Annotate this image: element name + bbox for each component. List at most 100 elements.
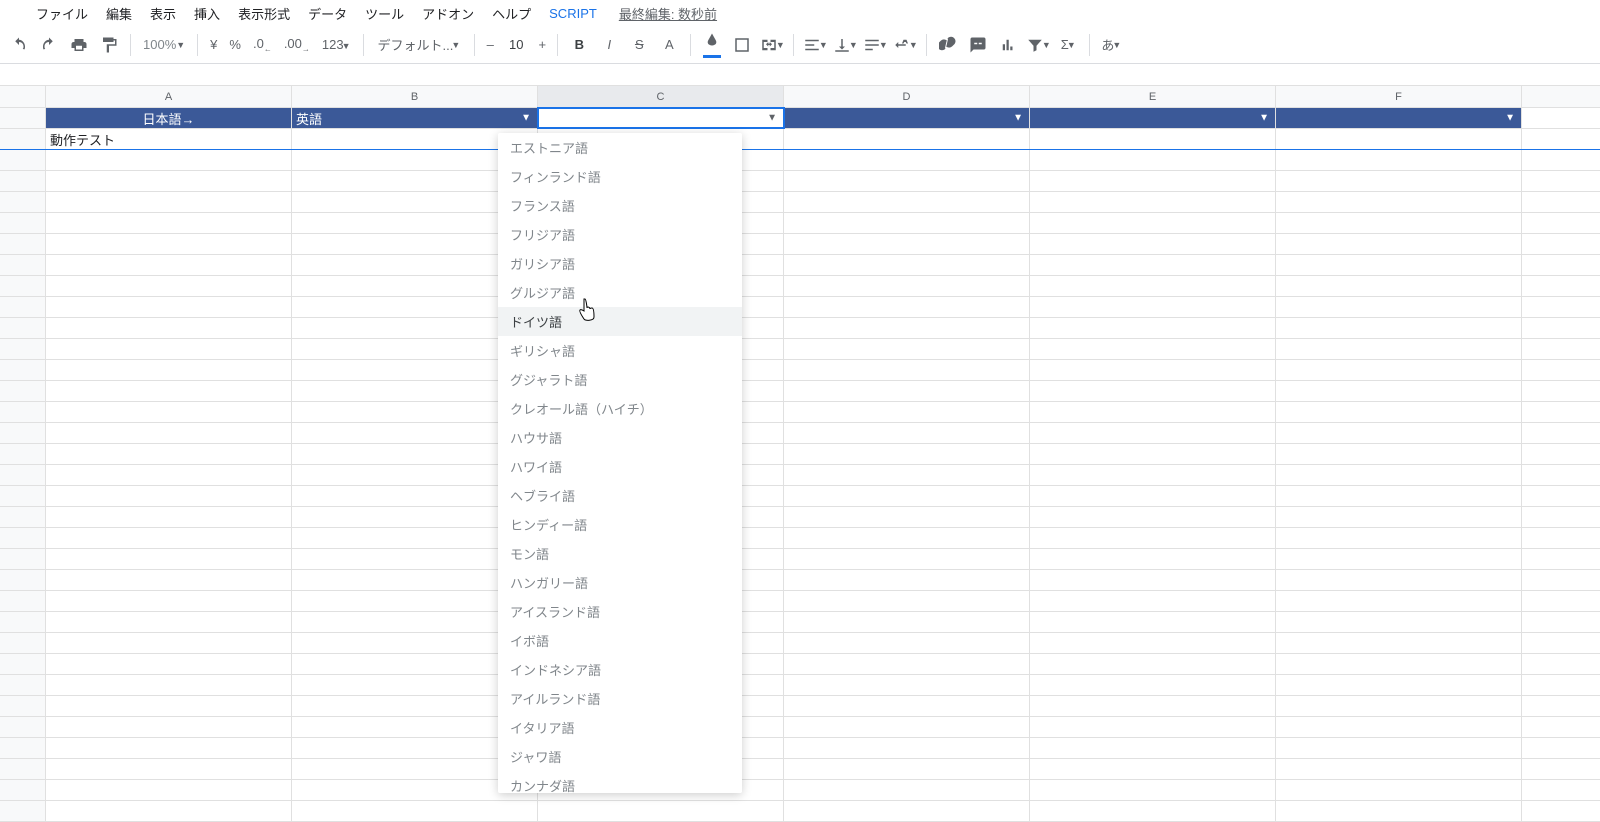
- cell[interactable]: [784, 318, 1030, 338]
- cell[interactable]: [46, 507, 292, 527]
- dropdown-option[interactable]: ヘブライ語: [498, 481, 742, 510]
- filter-button[interactable]: ▼: [1025, 31, 1051, 59]
- cell[interactable]: [46, 738, 292, 758]
- row-header[interactable]: [0, 150, 46, 170]
- row-header[interactable]: [0, 381, 46, 401]
- font-size-increase[interactable]: +: [535, 31, 549, 59]
- cell[interactable]: [1030, 444, 1276, 464]
- cell[interactable]: [784, 633, 1030, 653]
- cell[interactable]: [1276, 486, 1522, 506]
- cell-D1[interactable]: ▼: [784, 108, 1030, 128]
- redo-button[interactable]: [36, 31, 62, 59]
- cell[interactable]: [1276, 360, 1522, 380]
- dropdown-option[interactable]: ギリシャ語: [498, 336, 742, 365]
- cell-D2[interactable]: [784, 129, 1030, 149]
- input-tools-button[interactable]: あ▼: [1098, 31, 1124, 59]
- row-header[interactable]: [0, 528, 46, 548]
- cell[interactable]: [292, 801, 538, 821]
- row-header[interactable]: [0, 297, 46, 317]
- cell[interactable]: [784, 465, 1030, 485]
- cell[interactable]: [784, 444, 1030, 464]
- cell[interactable]: [1030, 654, 1276, 674]
- cell[interactable]: [1030, 465, 1276, 485]
- cell[interactable]: [46, 654, 292, 674]
- insert-link-button[interactable]: [935, 31, 961, 59]
- dropdown-option[interactable]: アイスランド語: [498, 597, 742, 626]
- dropdown-option[interactable]: ガリシア語: [498, 249, 742, 278]
- font-size-decrease[interactable]: –: [483, 31, 497, 59]
- cell[interactable]: [46, 570, 292, 590]
- cell[interactable]: [46, 801, 292, 821]
- cell[interactable]: [46, 360, 292, 380]
- cell[interactable]: [1030, 696, 1276, 716]
- cell-F2[interactable]: [1276, 129, 1522, 149]
- cell[interactable]: [1276, 591, 1522, 611]
- cell[interactable]: [784, 591, 1030, 611]
- dropdown-option[interactable]: イタリア語: [498, 713, 742, 742]
- bold-button[interactable]: B: [566, 31, 592, 59]
- cell[interactable]: [46, 339, 292, 359]
- row-header[interactable]: [0, 213, 46, 233]
- cell[interactable]: [46, 696, 292, 716]
- cell[interactable]: [784, 528, 1030, 548]
- cell[interactable]: [1276, 465, 1522, 485]
- horizontal-align-button[interactable]: ▼: [802, 31, 828, 59]
- cell[interactable]: [46, 465, 292, 485]
- dropdown-option[interactable]: インドネシア語: [498, 655, 742, 684]
- dropdown-option[interactable]: ジャワ語: [498, 742, 742, 771]
- cell[interactable]: [784, 654, 1030, 674]
- dropdown-option[interactable]: フランス語: [498, 191, 742, 220]
- cell[interactable]: [1030, 213, 1276, 233]
- insert-chart-button[interactable]: [995, 31, 1021, 59]
- insert-comment-button[interactable]: [965, 31, 991, 59]
- cell[interactable]: [784, 717, 1030, 737]
- column-header-e[interactable]: E: [1030, 86, 1276, 107]
- cell[interactable]: [784, 192, 1030, 212]
- cell[interactable]: [1030, 423, 1276, 443]
- cell[interactable]: [1276, 696, 1522, 716]
- cell[interactable]: [1030, 297, 1276, 317]
- cell[interactable]: [1276, 402, 1522, 422]
- cell[interactable]: [46, 297, 292, 317]
- filter-dropdown-icon[interactable]: ▼: [1013, 113, 1023, 124]
- cell[interactable]: [784, 171, 1030, 191]
- cell[interactable]: [46, 444, 292, 464]
- menu-file[interactable]: ファイル: [28, 2, 96, 25]
- text-rotation-button[interactable]: ▼: [892, 31, 918, 59]
- cell[interactable]: [784, 381, 1030, 401]
- cell[interactable]: [1030, 759, 1276, 779]
- row-header[interactable]: [0, 192, 46, 212]
- cell[interactable]: [1276, 339, 1522, 359]
- column-header-a[interactable]: A: [46, 86, 292, 107]
- cell-E2[interactable]: [1030, 129, 1276, 149]
- cell[interactable]: [46, 234, 292, 254]
- menu-tools[interactable]: ツール: [357, 2, 412, 25]
- menu-format[interactable]: 表示形式: [230, 2, 298, 25]
- cell[interactable]: [1030, 381, 1276, 401]
- row-header[interactable]: [0, 318, 46, 338]
- cell[interactable]: [1030, 192, 1276, 212]
- cell[interactable]: [1276, 234, 1522, 254]
- row-header[interactable]: [0, 591, 46, 611]
- menu-addons[interactable]: アドオン: [414, 2, 482, 25]
- text-wrap-button[interactable]: ▼: [862, 31, 888, 59]
- dropdown-option[interactable]: フィンランド語: [498, 162, 742, 191]
- cell[interactable]: [784, 612, 1030, 632]
- italic-button[interactable]: I: [596, 31, 622, 59]
- cell[interactable]: [1276, 507, 1522, 527]
- row-header[interactable]: [0, 549, 46, 569]
- row-header-2[interactable]: [0, 129, 46, 149]
- menu-edit[interactable]: 編集: [98, 2, 140, 25]
- borders-button[interactable]: [729, 31, 755, 59]
- cell[interactable]: [784, 150, 1030, 170]
- row-header[interactable]: [0, 717, 46, 737]
- cell[interactable]: [1276, 171, 1522, 191]
- cell[interactable]: [1276, 675, 1522, 695]
- cell-F1[interactable]: ▼: [1276, 108, 1522, 128]
- cell[interactable]: [1030, 528, 1276, 548]
- filter-dropdown-icon[interactable]: ▼: [521, 113, 531, 124]
- row-header[interactable]: [0, 444, 46, 464]
- dropdown-option[interactable]: モン語: [498, 539, 742, 568]
- row-header[interactable]: [0, 696, 46, 716]
- row-header[interactable]: [0, 738, 46, 758]
